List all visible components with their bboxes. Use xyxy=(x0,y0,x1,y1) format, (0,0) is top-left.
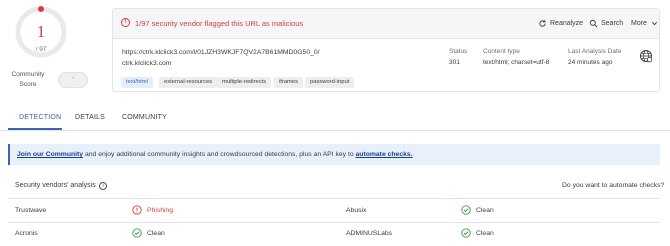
warning-icon xyxy=(132,205,142,215)
table-row-divider xyxy=(8,222,660,223)
community-score-label: Community Score xyxy=(11,71,45,88)
score-ring-indicator xyxy=(38,6,44,12)
url-domain: ctrk.klclick3.com xyxy=(122,60,172,67)
community-score-value: - xyxy=(71,75,75,82)
info-icon[interactable]: i xyxy=(99,182,107,190)
last-analysis-label: Last Analysis Date xyxy=(568,48,622,55)
alert-text: 1/97 security vendor flagged this URL as… xyxy=(135,19,304,28)
join-community-link[interactable]: Join our Community xyxy=(17,151,83,158)
last-analysis-value: 24 minutes ago xyxy=(568,59,613,66)
vendor-name: Acronis xyxy=(15,230,38,237)
search-button[interactable]: Search xyxy=(589,19,623,28)
reanalyze-label: Reanalyze xyxy=(550,20,584,27)
vendor-name: Abusix xyxy=(346,207,367,214)
vendor-result-label: Phishing xyxy=(147,206,174,214)
tag-external-resources[interactable]: external-resources xyxy=(159,77,218,88)
automate-checks-link[interactable]: automate checks. xyxy=(356,151,413,158)
detection-score-value: 1 xyxy=(36,22,46,41)
vendor-result: Clean xyxy=(461,228,494,238)
content-type-label: Content type xyxy=(483,48,520,55)
vendors-analysis-title: Security vendors' analysis xyxy=(15,182,96,189)
globe-icon[interactable] xyxy=(639,49,653,63)
url-full: https://ctrk.klclick3.com/l/01JZH3WKJF7Q… xyxy=(122,49,320,56)
check-circle-icon xyxy=(461,228,471,238)
more-label: More xyxy=(631,20,647,27)
more-menu-button[interactable]: More xyxy=(631,19,659,28)
community-banner-text: Join our Community and enjoy additional … xyxy=(17,151,413,158)
status-label: Status xyxy=(449,48,468,55)
tabs-divider xyxy=(0,130,670,131)
reanalyze-button[interactable]: Reanalyze xyxy=(538,19,583,28)
vendor-result-label: Clean xyxy=(147,229,165,237)
check-circle-icon xyxy=(461,205,471,215)
check-circle-icon xyxy=(132,228,142,238)
vendor-result: Clean xyxy=(132,228,165,238)
tab-details[interactable]: DETAILS xyxy=(75,114,105,121)
search-label: Search xyxy=(601,20,624,27)
status-value: 301 xyxy=(449,59,460,66)
vendor-result: Phishing xyxy=(132,205,173,215)
search-icon xyxy=(589,19,598,28)
vendor-name: Trustwave xyxy=(15,207,47,214)
reanalyze-icon xyxy=(539,20,546,27)
alert-icon: ! xyxy=(121,18,130,27)
tag-text-html[interactable]: text/html xyxy=(121,77,153,88)
detection-score-total: / 97 xyxy=(35,46,47,53)
automate-checks-prompt[interactable]: Do you want to automate checks? xyxy=(562,182,664,189)
scanned-url: https://ctrk.klclick3.com/l/01JZH3WKJF7Q… xyxy=(122,47,320,69)
banner-message: and enjoy additional community insights … xyxy=(83,151,356,158)
content-type-value: text/html; charset=utf-8 xyxy=(483,59,550,66)
vendor-name: ADMINUSLabs xyxy=(346,230,393,237)
chevron-down-icon xyxy=(651,21,658,26)
vendor-result-label: Clean xyxy=(476,229,494,237)
tag-iframes[interactable]: iframes xyxy=(274,77,304,88)
tab-detection[interactable]: DETECTION xyxy=(19,114,61,121)
tag-password-input[interactable]: password-input xyxy=(305,77,355,88)
vendor-result: Clean xyxy=(461,205,494,215)
tab-community[interactable]: COMMUNITY xyxy=(122,114,167,121)
vendor-result-label: Clean xyxy=(476,206,494,214)
tag-multiple-redirects[interactable]: multiple-redirects xyxy=(217,77,272,88)
